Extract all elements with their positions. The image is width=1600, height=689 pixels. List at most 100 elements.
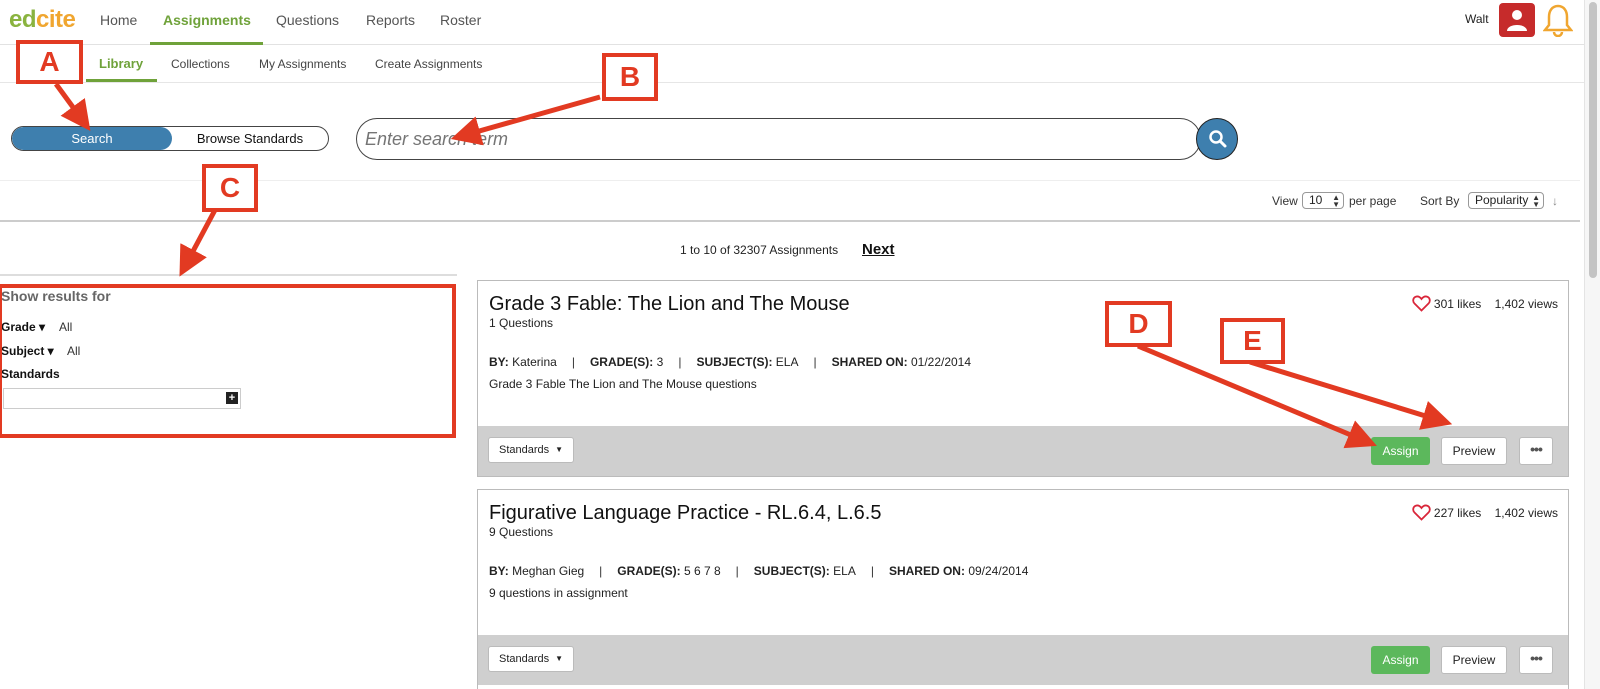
search-mode-button[interactable]: Search bbox=[12, 127, 172, 150]
assignment-card: Grade 3 Fable: The Lion and The Mouse 1 … bbox=[477, 280, 1569, 477]
preview-button[interactable]: Preview bbox=[1441, 646, 1507, 674]
annotation-arrow-c bbox=[179, 208, 218, 277]
standards-dropdown-button[interactable]: Standards ▼ bbox=[488, 437, 574, 463]
subnav-my-assignments[interactable]: My Assignments bbox=[259, 57, 346, 71]
assignment-question-count: 9 Questions bbox=[489, 525, 554, 539]
assignment-stats: 301 likes 1,402 views bbox=[1412, 295, 1558, 312]
subnav-create-assignments[interactable]: Create Assignments bbox=[375, 57, 482, 71]
assign-button[interactable]: Assign bbox=[1371, 437, 1430, 465]
meta-separator: | bbox=[678, 355, 682, 369]
meta-separator: | bbox=[571, 355, 575, 369]
filter-panel-border bbox=[0, 274, 457, 276]
select-arrows-icon: ▲ ▼ bbox=[1332, 193, 1340, 209]
assignment-card: Figurative Language Practice - RL.6.4, L… bbox=[477, 489, 1569, 689]
heart-icon[interactable] bbox=[1412, 295, 1431, 312]
results-summary: 1 to 10 of 32307 Assignments bbox=[680, 243, 839, 257]
browse-standards-button[interactable]: Browse Standards bbox=[174, 127, 326, 150]
grades-value: 5 6 7 8 bbox=[683, 564, 721, 578]
search-input[interactable] bbox=[365, 127, 1145, 151]
subjects-label: SUBJECT(S): bbox=[753, 564, 830, 578]
next-page-link[interactable]: Next bbox=[862, 241, 895, 258]
meta-separator: | bbox=[813, 355, 817, 369]
search-box bbox=[356, 118, 1201, 160]
assignment-card-footer: Standards ▼ Assign Preview ••• bbox=[478, 635, 1568, 685]
author-name: Katerina bbox=[512, 355, 557, 369]
author-label: BY: bbox=[489, 355, 509, 369]
author-label: BY: bbox=[489, 564, 509, 578]
annotation-c-highlight-box bbox=[0, 284, 456, 438]
sort-label: Sort By bbox=[1420, 194, 1460, 208]
logo-text-part2: cite bbox=[36, 6, 76, 33]
preview-button[interactable]: Preview bbox=[1441, 437, 1507, 465]
search-icon bbox=[1209, 130, 1227, 148]
page-scrollbar[interactable] bbox=[1584, 0, 1600, 689]
search-button[interactable] bbox=[1196, 118, 1238, 160]
likes-count: 301 likes bbox=[1433, 297, 1482, 311]
top-navigation: edcite Home Assignments Questions Report… bbox=[0, 0, 1600, 45]
subjects-label: SUBJECT(S): bbox=[696, 355, 773, 369]
grades-value: 3 bbox=[656, 355, 664, 369]
divider bbox=[0, 220, 1580, 222]
per-page-value: 10 bbox=[1309, 193, 1323, 207]
nav-reports[interactable]: Reports bbox=[366, 12, 415, 28]
standards-button-label: Standards bbox=[499, 653, 550, 665]
caret-down-icon: ▼ bbox=[555, 445, 563, 454]
annotation-e: E bbox=[1220, 318, 1285, 364]
assignment-title[interactable]: Grade 3 Fable: The Lion and The Mouse bbox=[489, 293, 850, 316]
avatar[interactable] bbox=[1499, 3, 1535, 37]
sort-value: Popularity bbox=[1475, 193, 1529, 207]
view-label: View bbox=[1272, 194, 1298, 208]
caret-down-icon: ▼ bbox=[555, 654, 563, 663]
shared-on-label: SHARED ON: bbox=[831, 355, 908, 369]
heart-icon[interactable] bbox=[1412, 504, 1431, 521]
sort-direction-icon[interactable]: ↓ bbox=[1552, 194, 1558, 208]
assignment-description: Grade 3 Fable The Lion and The Mouse que… bbox=[489, 377, 757, 391]
assignment-stats: 227 likes 1,402 views bbox=[1412, 504, 1558, 521]
subnav-collections[interactable]: Collections bbox=[171, 57, 230, 71]
assignment-description: 9 questions in assignment bbox=[489, 586, 628, 600]
nav-roster[interactable]: Roster bbox=[440, 12, 481, 28]
more-options-button[interactable]: ••• bbox=[1519, 437, 1553, 465]
scrollbar-thumb[interactable] bbox=[1589, 2, 1597, 278]
assignment-title[interactable]: Figurative Language Practice - RL.6.4, L… bbox=[489, 502, 881, 525]
subnav-active-indicator bbox=[86, 79, 157, 82]
logo-text-part1: ed bbox=[9, 6, 37, 33]
assignment-question-count: 1 Questions bbox=[489, 316, 554, 330]
per-page-label: per page bbox=[1349, 194, 1397, 208]
nav-home[interactable]: Home bbox=[100, 12, 137, 28]
per-page-select[interactable]: 10 ▲ ▼ bbox=[1302, 192, 1344, 209]
annotation-arrow-a bbox=[53, 82, 91, 132]
user-icon bbox=[1507, 10, 1527, 31]
nav-questions[interactable]: Questions bbox=[276, 12, 339, 28]
meta-separator: | bbox=[599, 564, 603, 578]
user-name[interactable]: Walt bbox=[1465, 12, 1489, 26]
author-name: Meghan Gieg bbox=[512, 564, 585, 578]
shared-on-label: SHARED ON: bbox=[888, 564, 965, 578]
standards-button-label: Standards bbox=[499, 444, 550, 456]
meta-separator: | bbox=[735, 564, 739, 578]
assignment-card-footer: Standards ▼ Assign Preview ••• bbox=[478, 426, 1568, 476]
nav-assignments[interactable]: Assignments bbox=[163, 12, 251, 28]
annotation-a: A bbox=[16, 40, 83, 84]
annotation-c: C bbox=[202, 164, 258, 212]
subject-value: ELA bbox=[833, 564, 856, 578]
views-count: 1,402 views bbox=[1494, 506, 1558, 520]
edcite-logo[interactable]: edcite bbox=[9, 6, 76, 34]
meta-separator: | bbox=[870, 564, 874, 578]
annotation-d: D bbox=[1105, 301, 1172, 347]
more-options-button[interactable]: ••• bbox=[1519, 646, 1553, 674]
grades-label: GRADE(S): bbox=[617, 564, 681, 578]
search-mode-toggle: Search Browse Standards bbox=[11, 126, 329, 151]
select-arrows-icon: ▲ ▼ bbox=[1532, 193, 1540, 209]
assignment-meta: BY: Katerina | GRADE(S): 3 | SUBJECT(S): ELA… bbox=[489, 355, 971, 369]
sub-navigation: Library Collections My Assignments Creat… bbox=[0, 45, 1600, 83]
assignment-meta: BY: Meghan Gieg | GRADE(S): 5 6 7 8 | SUBJEC… bbox=[489, 564, 1028, 578]
shared-on-date: 09/24/2014 bbox=[968, 564, 1029, 578]
assign-button[interactable]: Assign bbox=[1371, 646, 1430, 674]
sort-select[interactable]: Popularity ▲ ▼ bbox=[1468, 192, 1544, 209]
subnav-library[interactable]: Library bbox=[99, 56, 143, 71]
standards-dropdown-button[interactable]: Standards ▼ bbox=[488, 646, 574, 672]
annotation-b: B bbox=[602, 53, 658, 101]
notification-bell-icon[interactable] bbox=[1542, 3, 1574, 42]
views-count: 1,402 views bbox=[1494, 297, 1558, 311]
